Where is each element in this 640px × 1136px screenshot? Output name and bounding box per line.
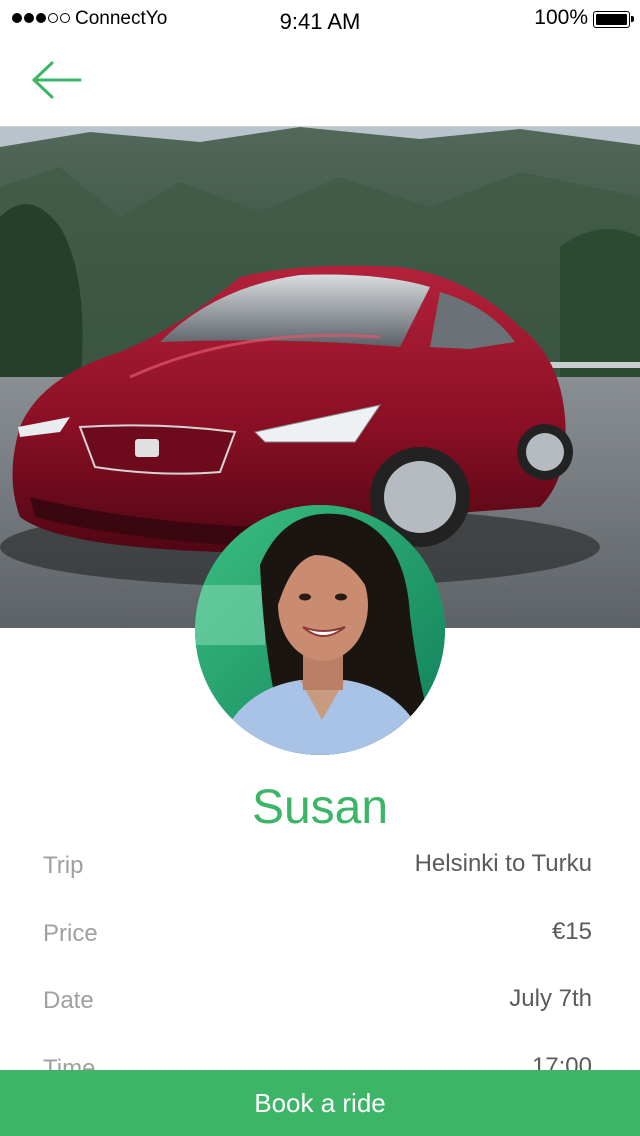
status-bar: ConnectYo 9:41 AM 100%: [0, 0, 640, 40]
detail-row-date: Date July 7th: [0, 975, 640, 1035]
detail-label: Price: [43, 920, 98, 947]
detail-row-price: Price €15: [0, 908, 640, 968]
driver-avatar: [195, 505, 445, 755]
battery-icon: [593, 11, 634, 28]
detail-value: €15: [551, 918, 592, 945]
detail-row-trip: Trip Helsinki to Turku: [0, 840, 640, 900]
book-ride-button[interactable]: Book a ride: [0, 1070, 640, 1136]
navigation-bar: [0, 40, 640, 127]
battery-percentage: 100%: [534, 6, 588, 29]
detail-value: Helsinki to Turku: [414, 850, 592, 877]
arrow-left-icon: [32, 61, 82, 99]
detail-label: Date: [43, 987, 94, 1014]
driver-name: Susan: [251, 781, 389, 834]
back-button[interactable]: [24, 56, 88, 104]
ride-detail-screen: ConnectYo 9:41 AM 100% Susan Trip Helsin…: [0, 0, 640, 1136]
detail-label: Trip: [43, 852, 84, 879]
detail-value: July 7th: [509, 985, 592, 1012]
